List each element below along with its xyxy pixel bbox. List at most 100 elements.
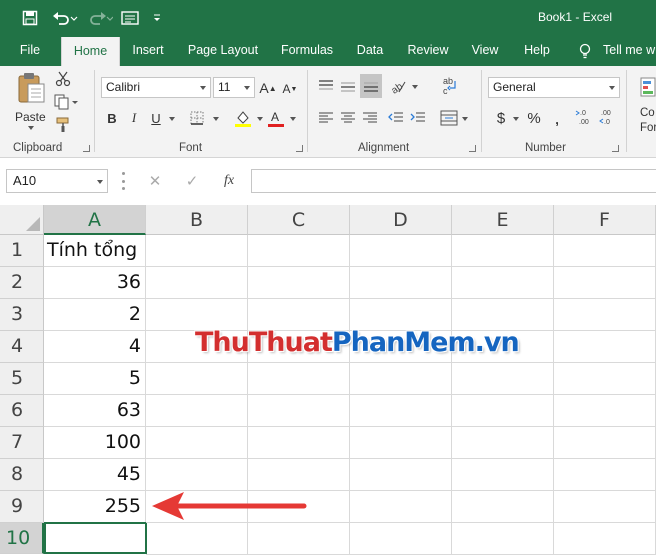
cell-c7[interactable] [248, 427, 350, 459]
column-header-e[interactable]: E [452, 205, 554, 235]
fill-color-dropdown-icon[interactable] [257, 117, 263, 121]
row-header-6[interactable]: 6 [0, 395, 44, 427]
conditional-formatting-button[interactable]: Co For [640, 106, 656, 136]
clipboard-launcher-icon[interactable] [83, 145, 90, 152]
row-header-4[interactable]: 4 [0, 331, 44, 363]
fill-color-icon[interactable] [233, 108, 253, 128]
tab-view[interactable]: View [463, 36, 507, 66]
cell-f4[interactable] [554, 331, 656, 363]
cell-d9[interactable] [350, 491, 452, 523]
wrap-text-icon[interactable]: ab c [439, 74, 461, 98]
font-launcher-icon[interactable] [296, 145, 303, 152]
copy-icon[interactable] [53, 93, 79, 111]
cell-a7[interactable]: 100 [44, 427, 146, 459]
tab-file[interactable]: File [12, 36, 48, 66]
cell-a3[interactable]: 2 [44, 299, 146, 331]
underline-dropdown-icon[interactable] [169, 117, 175, 121]
row-header-7[interactable]: 7 [0, 427, 44, 459]
row-header-10[interactable]: 10 [0, 523, 44, 554]
cut-icon[interactable] [54, 70, 72, 88]
align-middle-icon[interactable] [338, 76, 358, 96]
cell-a1[interactable]: Tính tổng [44, 235, 146, 267]
name-box[interactable]: A10 [6, 169, 108, 193]
align-bottom-icon[interactable] [360, 74, 382, 98]
decrease-font-size-icon[interactable]: A ▼ [281, 80, 299, 98]
cell-f2[interactable] [554, 267, 656, 299]
merge-dropdown-icon[interactable] [462, 117, 468, 121]
tab-home[interactable]: Home [61, 37, 120, 67]
cell-e6[interactable] [452, 395, 554, 427]
cell-a9[interactable]: 255 [44, 491, 146, 523]
cell-b7[interactable] [146, 427, 248, 459]
column-header-b[interactable]: B [146, 205, 248, 235]
align-top-icon[interactable] [316, 76, 336, 96]
number-launcher-icon[interactable] [612, 145, 619, 152]
currency-dropdown-icon[interactable] [513, 117, 519, 121]
cell-d6[interactable] [350, 395, 452, 427]
cell-f6[interactable] [554, 395, 656, 427]
tab-formulas[interactable]: Formulas [275, 36, 339, 66]
cell-c8[interactable] [248, 459, 350, 491]
increase-font-size-icon[interactable]: A ▲ [259, 79, 277, 97]
cell-a10[interactable] [44, 522, 147, 554]
row-header-8[interactable]: 8 [0, 459, 44, 491]
tab-help[interactable]: Help [517, 36, 557, 66]
borders-dropdown-icon[interactable] [213, 117, 219, 121]
cell-d8[interactable] [350, 459, 452, 491]
row-header-2[interactable]: 2 [0, 267, 44, 299]
column-header-c[interactable]: C [248, 205, 350, 235]
decrease-indent-icon[interactable] [386, 109, 406, 127]
tab-page-layout[interactable]: Page Layout [183, 36, 263, 66]
cell-a8[interactable]: 45 [44, 459, 146, 491]
cell-e2[interactable] [452, 267, 554, 299]
row-header-9[interactable]: 9 [0, 491, 44, 523]
column-header-f[interactable]: F [554, 205, 656, 235]
cell-c6[interactable] [248, 395, 350, 427]
cell-f8[interactable] [554, 459, 656, 491]
comma-style-icon[interactable]: , [547, 110, 567, 128]
align-right-icon[interactable] [360, 109, 380, 127]
cell-b8[interactable] [146, 459, 248, 491]
cell-c5[interactable] [248, 363, 350, 395]
orientation-dropdown-icon[interactable] [412, 85, 418, 89]
tab-data[interactable]: Data [349, 36, 391, 66]
align-center-icon[interactable] [338, 109, 358, 127]
align-left-icon[interactable] [316, 109, 336, 127]
cell-f3[interactable] [554, 299, 656, 331]
cell-d2[interactable] [350, 267, 452, 299]
row-header-5[interactable]: 5 [0, 363, 44, 395]
cell-e9[interactable] [452, 491, 554, 523]
bold-icon[interactable]: B [104, 109, 120, 127]
font-size-select[interactable]: 11 [213, 77, 255, 98]
cell-b10[interactable] [146, 523, 248, 555]
select-all-button[interactable] [0, 205, 44, 235]
cell-c2[interactable] [248, 267, 350, 299]
number-format-select[interactable]: General [488, 77, 620, 98]
formula-input[interactable] [251, 169, 656, 193]
alignment-launcher-icon[interactable] [469, 145, 476, 152]
undo-icon[interactable] [50, 7, 80, 29]
cell-e5[interactable] [452, 363, 554, 395]
cell-a6[interactable]: 63 [44, 395, 146, 427]
merge-center-icon[interactable] [438, 108, 460, 128]
cell-c1[interactable] [248, 235, 350, 267]
font-name-select[interactable]: Calibri [101, 77, 211, 98]
paste-button[interactable]: Paste [10, 70, 52, 130]
cell-d5[interactable] [350, 363, 452, 395]
increase-indent-icon[interactable] [408, 109, 428, 127]
cell-f5[interactable] [554, 363, 656, 395]
cell-a5[interactable]: 5 [44, 363, 146, 395]
cell-e8[interactable] [452, 459, 554, 491]
customize-toolbar-icon[interactable] [150, 7, 164, 29]
cell-e7[interactable] [452, 427, 554, 459]
tab-review[interactable]: Review [402, 36, 454, 66]
form-icon[interactable] [119, 7, 141, 29]
cell-a4[interactable]: 4 [44, 331, 146, 363]
cell-b6[interactable] [146, 395, 248, 427]
cell-d1[interactable] [350, 235, 452, 267]
redo-icon[interactable] [86, 7, 114, 29]
format-painter-icon[interactable] [54, 116, 72, 134]
enter-icon[interactable]: ✓ [181, 171, 203, 191]
row-header-3[interactable]: 3 [0, 299, 44, 331]
cell-c10[interactable] [248, 523, 350, 555]
